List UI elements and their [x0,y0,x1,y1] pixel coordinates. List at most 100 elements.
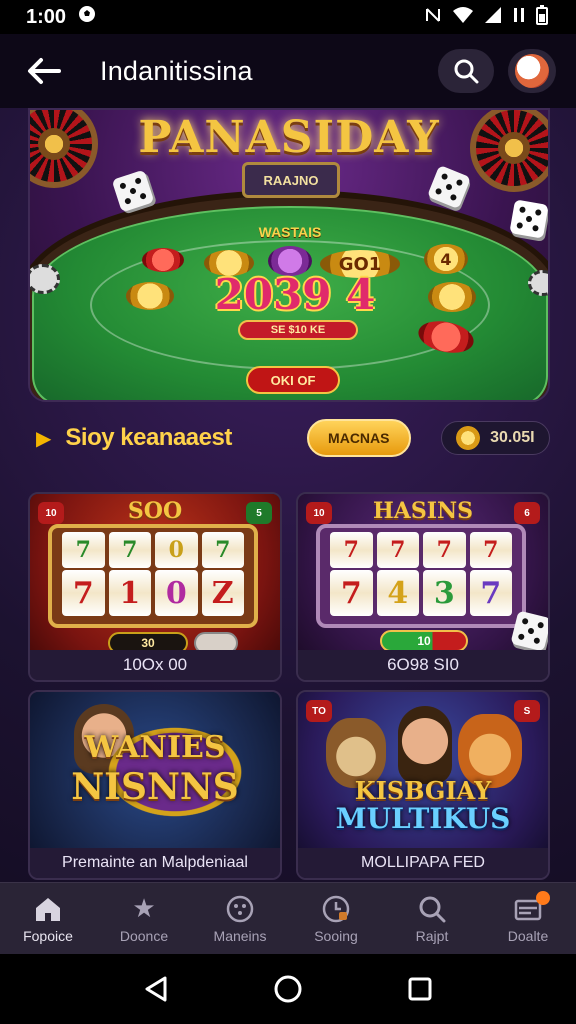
hero-title: PANASIDAY [138,112,440,163]
reel-row: 7 4 3 7 [330,570,512,616]
home-icon [33,894,63,924]
play-arrow-icon: ▶ [36,427,52,450]
coin-balance-value: 30.05I [490,429,535,446]
nav-label: Fopoice [23,927,73,944]
card-caption: 10Ox 00 [30,650,280,680]
game-card-1[interactable]: SOO 10 5 7 7 0 7 7 1 0 Z 30 10Ox 00 [28,492,282,682]
arrow-left-icon [28,58,61,84]
nav-item-history[interactable]: Sooing [288,883,384,954]
poster-title-line2: NISNNS [71,766,239,808]
search-button[interactable] [438,49,494,93]
search-icon [417,894,447,924]
nfc-icon [424,6,442,29]
felt-label: WASTAIS [258,224,322,240]
game-card-3[interactable]: WANIES NISNNS Premainte an Malpdeniaal [28,690,282,880]
slot-machine: 7 7 7 7 7 4 3 7 [316,524,526,628]
game-card-2[interactable]: HASINS 10 6 7 7 7 7 7 4 3 7 10 6O98 SI0 [296,492,550,682]
hero-big-number: 2039 4 [214,270,376,319]
section-header: ▶ Sioy keanaaest MACNAS 30.05I [28,416,550,460]
avatar [515,54,549,88]
reel-row: 7 1 0 Z [62,570,244,616]
square-recents-icon [408,977,432,1001]
reel: 1 [108,570,151,616]
nav-label: Rajpt [415,927,449,944]
circle-home-icon [274,975,302,1003]
section-action-button[interactable]: MACNAS [306,419,411,457]
nav-label: Sooing [314,927,358,944]
person-character [398,706,452,784]
reel: 7 [469,532,512,568]
signal-bars-icon [512,6,526,29]
reel: 7 [108,532,151,568]
nav-label: Maneins [213,927,267,944]
section-title: Sioy keanaaest [65,424,232,451]
card-caption: Premainte an Malpdeniaal [30,848,280,878]
reel-row: 7 7 0 7 [62,532,244,568]
battery-icon [536,4,548,30]
system-recents-button[interactable] [400,969,440,1009]
game-card-4[interactable]: TO S KISBGIAY MULTIKUS MOLLIPAPA FED [296,690,550,880]
wifi-icon [452,6,474,29]
star-icon: ★ [132,893,156,923]
clock-icon [321,894,351,924]
coin-balance[interactable]: 30.05I [440,421,550,455]
chip-icon [126,282,174,310]
chip-4: 4 [424,244,468,274]
poster-title-line1: WANIES [84,730,226,765]
reel: 7 [330,570,373,616]
back-button[interactable] [20,47,68,95]
poster-title-line2: MULTIKUS [335,802,511,835]
app-bar: Indanitissina [0,34,576,108]
profile-button[interactable] [508,49,556,93]
nav-item-games[interactable]: Maneins [192,883,288,954]
nav-item-home[interactable]: Fopoice [0,883,96,954]
reel: 7 [469,570,512,616]
nav-item-favorites[interactable]: ★ Doonce [96,883,192,954]
reel: 7 [62,532,105,568]
card-art: SOO 10 5 7 7 0 7 7 1 0 Z 30 [30,494,280,654]
status-bar: 1:00 [0,0,576,34]
card-caption: MOLLIPAPA FED [298,848,548,878]
system-home-button[interactable] [268,969,308,1009]
card-badge: TO [306,700,332,722]
card-art: WANIES NISNNS [30,692,280,852]
reel: 7 [330,532,373,568]
reel-row: 7 7 7 7 [330,532,512,568]
card-caption: 6O98 SI0 [298,650,548,680]
slot-machine: 7 7 0 7 7 1 0 Z [48,524,258,628]
nav-label: Doonce [119,927,169,944]
felt-pill: SE $10 KE [238,320,358,340]
reel: 7 [201,532,244,568]
chip-icon [142,248,184,272]
triangle-back-icon [145,976,167,1002]
reel: 7 [376,532,419,568]
notification-dot [536,891,550,905]
hero-banner[interactable]: PANASIDAY RAAJNO WASTAIS GO1 4 2039 4 SE… [28,108,550,402]
reel: 4 [376,570,419,616]
card-badge: 10 [38,502,64,524]
hero-play-button[interactable]: OKI OF [246,366,340,394]
system-back-button[interactable] [136,969,176,1009]
casino-app-screen: 1:00 Indanitissina PANASIDAY RAAJNO WAST… [0,0,576,1024]
search-icon [454,59,479,84]
reel: 3 [423,570,466,616]
card-art: HASINS 10 6 7 7 7 7 7 4 3 7 10 [298,494,548,654]
reel: 7 [423,532,466,568]
bottom-navigation: Fopoice ★ Doonce Maneins Sooing Rajpt Do… [0,882,576,954]
card-badge: 10 [306,502,332,524]
die-icon [509,199,548,239]
coin-icon [456,426,481,450]
app-title: Indanitissina [100,55,253,86]
card-art: TO S KISBGIAY MULTIKUS [298,692,548,852]
card-title: SOO [127,498,183,524]
soccer-ball-icon [78,5,96,29]
dice-icon [225,894,255,924]
dealer-plate: RAAJNO [242,162,340,198]
bet-pill: 10 [380,630,468,652]
poster-title-line1: KISBGIAY [354,776,492,805]
nav-item-search[interactable]: Rajpt [384,883,480,954]
chip-icon [528,270,548,296]
nav-item-wallet[interactable]: Doalte [480,883,576,954]
status-time: 1:00 [26,5,67,28]
signal-icon [484,6,502,29]
